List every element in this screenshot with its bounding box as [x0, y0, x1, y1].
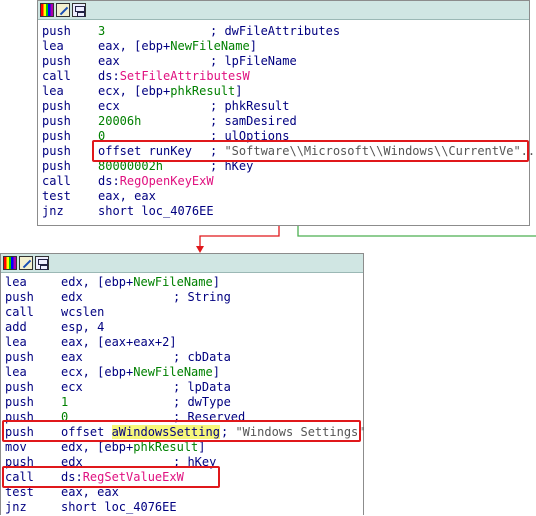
false-branch-edge — [199, 226, 280, 247]
graph-edges — [196, 226, 536, 253]
true-branch-edge — [297, 226, 536, 237]
false-branch-arrowhead — [196, 246, 204, 253]
